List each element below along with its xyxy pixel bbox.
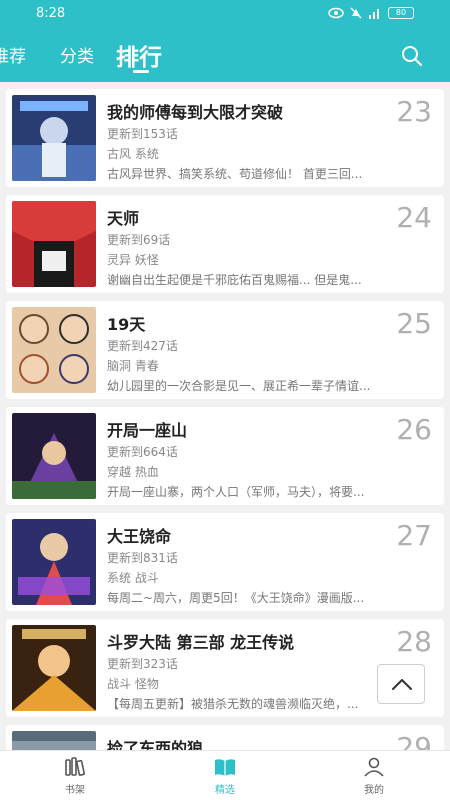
comic-tags: 脑洞 青春 [107,359,159,373]
comic-tags: 战斗 怪物 [107,677,159,691]
ranking-list[interactable]: 我的师傅每到大限才突破 23 更新到153话 古风 系统 古风异世界、搞笑系统、… [0,82,450,750]
update-status: 更新到69话 [107,233,171,247]
status-bar: 8:28 80 [0,0,450,30]
comic-cover[interactable] [12,201,96,287]
update-status: 更新到831话 [107,551,178,565]
comic-cover[interactable] [12,413,96,499]
comic-description: 谢幽自出生起便是千邪庇佑百鬼赐福... 但是鬼... [107,273,362,287]
nav-label: 我的 [364,785,384,796]
comic-card[interactable]: 捡了东西的狼 29 [6,725,444,750]
comic-card[interactable]: 天师 24 更新到69话 灵异 妖怪 谢幽自出生起便是千邪庇佑百鬼赐福... 但… [6,195,444,293]
comic-card[interactable]: 我的师傅每到大限才突破 23 更新到153话 古风 系统 古风异世界、搞笑系统、… [6,89,444,187]
nav-profile[interactable]: 我的 [344,755,404,796]
comic-description: 开局一座山寨，两个人口（军师，马夫），将要... [107,485,365,499]
comic-description: 古风异世界、搞笑系统、苟道修仙！ 首更三回... [107,167,363,181]
comic-description: 每周二~周六，周更5回！《大王饶命》漫画版... [107,591,365,605]
rank-number: 28 [396,625,432,658]
comic-title: 19天 [107,315,146,334]
chevron-up-icon [392,679,412,690]
top-tab-bar: 推荐 分类 排行 [0,30,450,82]
comic-title: 天师 [107,209,140,228]
rank-number: 27 [396,519,432,552]
comic-tags: 灵异 妖怪 [107,253,159,267]
bottom-nav: 书架 精选 我的 [0,750,450,800]
comic-tags: 系统 战斗 [107,571,159,585]
update-status: 更新到153话 [107,127,178,141]
nav-label: 书架 [65,785,85,796]
active-tab-indicator [133,70,149,73]
tab-recommend[interactable]: 推荐 [0,42,26,67]
nav-bookshelf[interactable]: 书架 [45,755,105,796]
comic-title: 斗罗大陆 第三部 龙王传说 [107,633,295,652]
comic-card[interactable]: 大王饶命 27 更新到831话 系统 战斗 每周二~周六，周更5回！《大王饶命》… [6,513,444,611]
search-icon[interactable] [400,44,424,68]
comic-card[interactable]: 19天 25 更新到427话 脑洞 青春 幼儿园里的一次合影是见一、展正希一辈子… [6,301,444,399]
comic-title: 开局一座山 [107,421,188,440]
back-to-top-button[interactable] [377,664,425,704]
update-status: 更新到664话 [107,445,178,459]
rank-number: 23 [396,95,432,128]
comic-card[interactable]: 开局一座山 26 更新到664话 穿越 热血 开局一座山寨，两个人口（军师，马夫… [6,407,444,505]
comic-tags: 古风 系统 [107,147,159,161]
featured-book-icon [215,759,235,776]
tab-category[interactable]: 分类 [60,42,94,67]
rank-number: 29 [396,731,432,750]
bookshelf-icon [65,757,86,776]
update-status: 更新到427话 [107,339,178,353]
comic-tags: 穿越 热血 [107,465,159,479]
signal-icon [369,9,379,19]
comic-title: 捡了东西的狼 [107,739,204,750]
comic-cover[interactable] [12,625,96,711]
nav-featured[interactable]: 精选 [195,755,255,796]
comic-title: 大王饶命 [107,527,172,546]
status-time: 8:28 [36,6,66,21]
battery-icon: 80 [388,7,414,19]
comic-description: 幼儿园里的一次合影是见一、展正希一辈子情谊... [107,379,371,393]
update-status: 更新到323话 [107,657,178,671]
rank-number: 26 [396,413,432,446]
status-icons: 80 [328,7,414,19]
nav-label: 精选 [215,785,235,796]
comic-title: 我的师傅每到大限才突破 [107,103,284,122]
comic-cover[interactable] [12,95,96,181]
rank-number: 25 [396,307,432,340]
tab-ranking[interactable]: 排行 [116,38,162,72]
mute-icon [350,7,362,19]
profile-icon [364,757,384,777]
comic-cover[interactable] [12,731,96,750]
eye-icon [328,7,344,19]
rank-number: 24 [396,201,432,234]
comic-cover[interactable] [12,307,96,393]
comic-cover[interactable] [12,519,96,605]
